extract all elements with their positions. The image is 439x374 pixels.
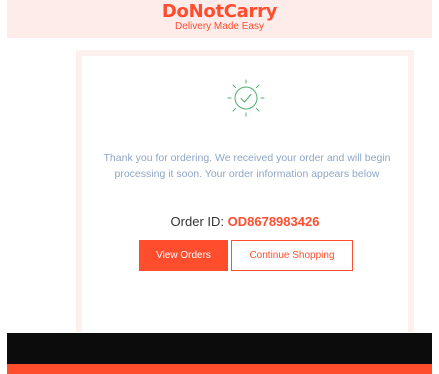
continue-shopping-button[interactable]: Continue Shopping [231,240,353,271]
site-header: DoNotCarry Delivery Made Easy [7,0,432,38]
view-orders-button[interactable]: View Orders [139,240,228,271]
footer [7,333,432,364]
brand-tagline: Delivery Made Easy [175,21,264,32]
check-circle-icon [227,79,265,117]
brand-logo[interactable]: DoNotCarry [7,2,432,22]
order-id: Order ID: OD8678983426 [82,214,408,230]
footer-accent-bar [7,364,432,374]
order-id-label: Order ID: [170,214,225,229]
confirmation-message: Thank you for ordering. We received your… [103,152,391,180]
order-id-value: OD8678983426 [227,214,320,229]
